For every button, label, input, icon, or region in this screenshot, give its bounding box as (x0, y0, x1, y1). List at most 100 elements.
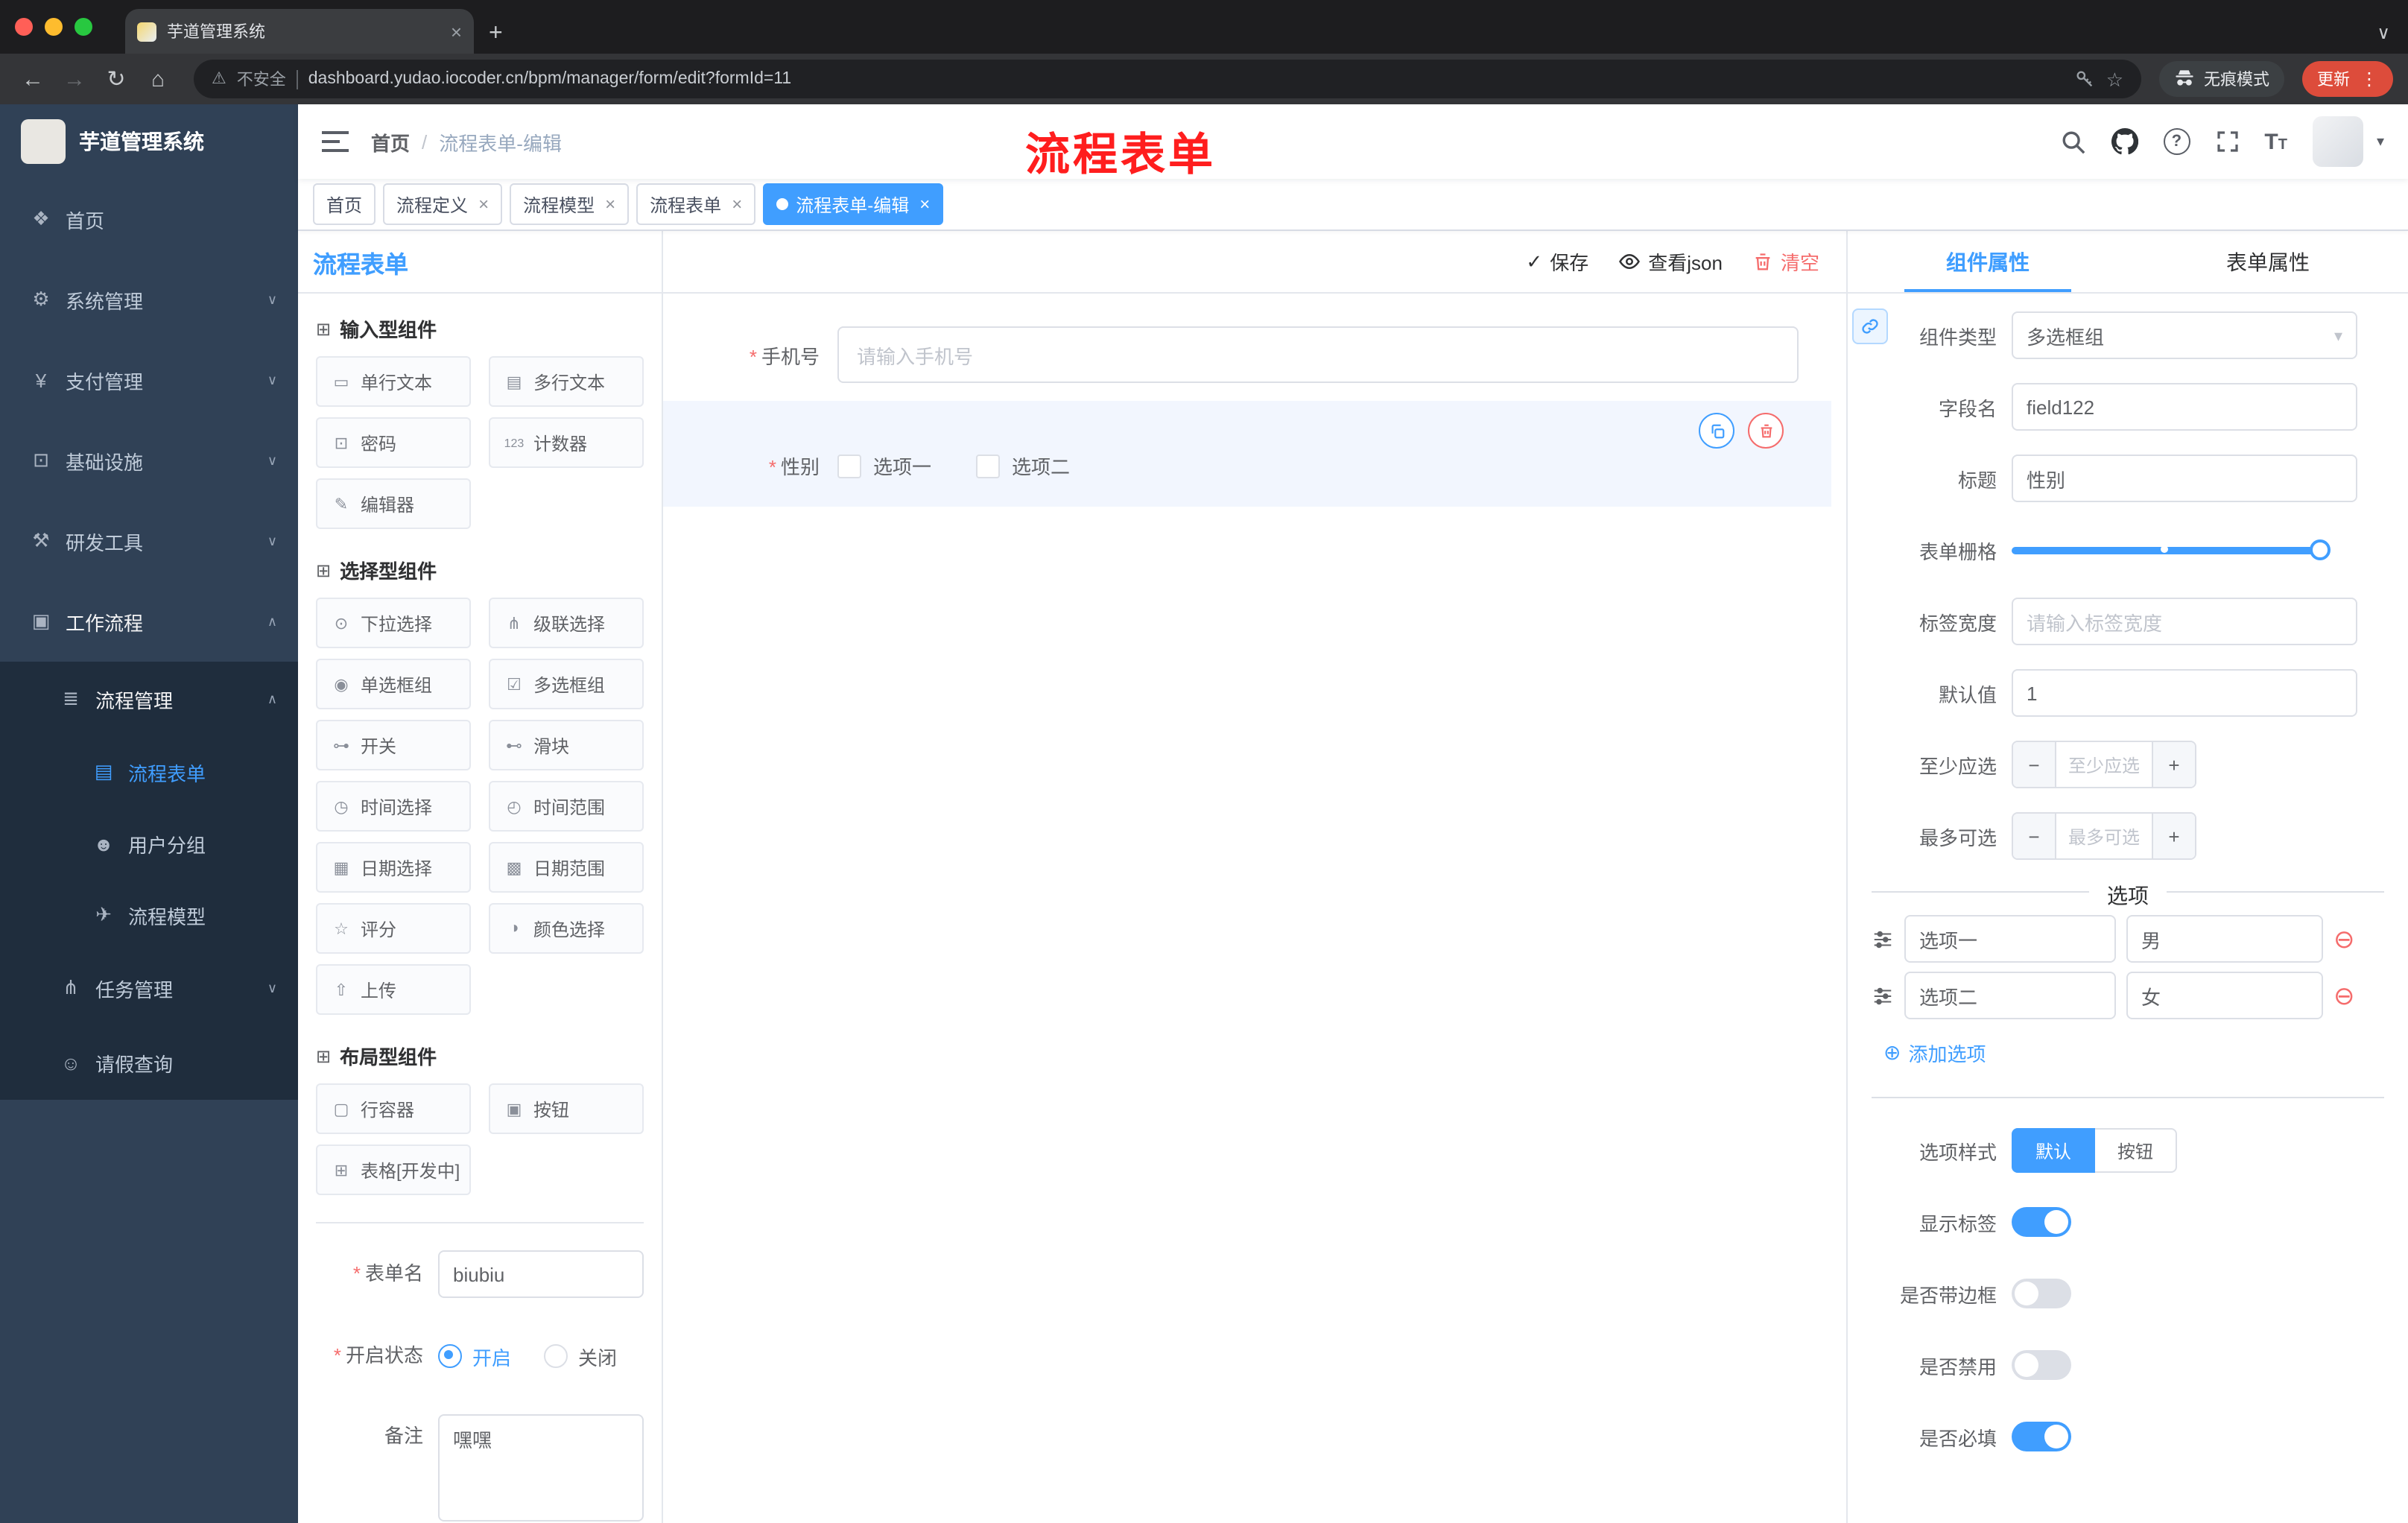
palette-item-button[interactable]: ▣ 按钮 (489, 1083, 644, 1134)
sidebar-item-system[interactable]: ⚙ 系统管理 ∨ (0, 259, 298, 340)
tab-search-icon[interactable]: ∨ (2377, 24, 2390, 42)
palette-item-checkbox-group[interactable]: ☑ 多选框组 (489, 659, 644, 709)
decrease-button[interactable]: − (2013, 742, 2056, 787)
new-tab-button[interactable]: + (489, 22, 503, 46)
option-drag-icon[interactable] (1872, 928, 1894, 950)
palette-item-color-picker[interactable]: ◑ 颜色选择 (489, 903, 644, 954)
palette-item-row-container[interactable]: ▢ 行容器 (316, 1083, 471, 1134)
palette-item-password[interactable]: ⊡ 密码 (316, 417, 471, 468)
slider-track[interactable] (2012, 546, 2328, 554)
component-type-select[interactable]: 多选框组 ▾ (2012, 311, 2357, 359)
border-toggle[interactable] (2012, 1279, 2071, 1308)
tag-close-icon[interactable]: × (919, 194, 930, 215)
max-select-input[interactable]: 最多可选 (2056, 814, 2152, 858)
sidebar-item-workflow[interactable]: ▣ 工作流程 ∧ (0, 581, 298, 662)
increase-button[interactable]: + (2152, 814, 2195, 858)
title-input[interactable]: 性别 (2012, 455, 2357, 502)
fullscreen-icon[interactable] (2215, 130, 2239, 153)
min-select-stepper[interactable]: − 至少应选 + (2012, 741, 2196, 788)
label-width-input[interactable]: 请输入标签宽度 (2012, 598, 2357, 645)
palette-item-upload[interactable]: ⇧ 上传 (316, 964, 471, 1015)
style-button-button[interactable]: 按钮 (2095, 1128, 2178, 1173)
default-value-input[interactable]: 1 (2012, 669, 2357, 717)
palette-item-time-range[interactable]: ◴ 时间范围 (489, 781, 644, 832)
status-closed-radio[interactable]: 关闭 (544, 1342, 617, 1370)
url-text[interactable]: dashboard.yudao.iocoder.cn/bpm/manager/f… (308, 70, 791, 88)
window-close-button[interactable] (15, 18, 33, 36)
view-json-button[interactable]: 查看json (1618, 247, 1723, 276)
avatar-caret-icon[interactable]: ▾ (2377, 133, 2384, 150)
forward-icon[interactable]: → (57, 68, 92, 90)
tag-process-model[interactable]: 流程模型 × (510, 183, 630, 225)
disabled-toggle[interactable] (2012, 1350, 2071, 1380)
bookmark-star-icon[interactable]: ☆ (2106, 69, 2123, 89)
option-value-input[interactable]: 女 (2126, 972, 2323, 1019)
required-toggle[interactable] (2012, 1422, 2071, 1451)
hamburger-icon[interactable] (322, 131, 349, 152)
form-grid-slider[interactable] (2012, 528, 2331, 572)
copy-component-button[interactable] (1699, 413, 1734, 449)
clear-button[interactable]: 清空 (1752, 247, 1819, 276)
style-default-button[interactable]: 默认 (2012, 1128, 2096, 1173)
user-avatar[interactable] (2312, 116, 2363, 167)
tag-close-icon[interactable]: × (732, 194, 742, 215)
option-drag-icon[interactable] (1872, 984, 1894, 1007)
palette-item-time-picker[interactable]: ◷ 时间选择 (316, 781, 471, 832)
github-icon[interactable] (2111, 128, 2138, 155)
tag-process-form-edit[interactable]: 流程表单-编辑 × (763, 183, 944, 225)
drawing-board[interactable]: * 手机号 请输入手机号 * 性别 选项一 选项二 (663, 294, 1846, 1523)
sidebar-item-user-groups[interactable]: ☻ 用户分组 (0, 808, 298, 879)
option-value-input[interactable]: 男 (2126, 915, 2323, 963)
palette-item-date-range[interactable]: ▩ 日期范围 (489, 842, 644, 893)
link-icon[interactable] (1852, 308, 1888, 344)
sidebar-item-task-management[interactable]: ⋔ 任务管理 ∨ (0, 951, 298, 1025)
save-button[interactable]: ✓ 保存 (1526, 247, 1588, 276)
palette-item-rate[interactable]: ☆ 评分 (316, 903, 471, 954)
sidebar-item-process-model[interactable]: ✈ 流程模型 (0, 879, 298, 951)
sidebar-logo[interactable]: 芋道管理系统 (0, 104, 298, 179)
update-button[interactable]: 更新 ⋮ (2302, 61, 2393, 97)
remove-option-icon[interactable]: ⊖ (2333, 983, 2355, 1008)
window-zoom-button[interactable] (75, 18, 92, 36)
status-open-radio[interactable]: 开启 (438, 1342, 511, 1370)
palette-item-date-picker[interactable]: ▦ 日期选择 (316, 842, 471, 893)
checkbox-box[interactable] (976, 454, 1001, 478)
show-label-toggle[interactable] (2012, 1207, 2071, 1237)
min-select-input[interactable]: 至少应选 (2056, 742, 2152, 787)
help-icon[interactable]: ? (2163, 128, 2190, 155)
delete-component-button[interactable] (1748, 413, 1784, 449)
gender-option2-checkbox[interactable]: 选项二 (976, 452, 1070, 480)
tag-home[interactable]: 首页 (313, 183, 376, 225)
option-label-input[interactable]: 选项一 (1904, 915, 2116, 963)
phone-field-row[interactable]: * 手机号 请输入手机号 (663, 326, 1846, 383)
palette-item-multi-line-text[interactable]: ▤ 多行文本 (489, 356, 644, 407)
reload-icon[interactable]: ↻ (98, 68, 134, 90)
tab-close-icon[interactable]: × (451, 22, 462, 41)
tag-process-definition[interactable]: 流程定义 × (383, 183, 503, 225)
sidebar-item-leave-query[interactable]: ☺ 请假查询 (0, 1025, 298, 1100)
breadcrumb-home[interactable]: 首页 (371, 127, 410, 156)
palette-item-dropdown[interactable]: ⊙ 下拉选择 (316, 598, 471, 648)
phone-input[interactable]: 请输入手机号 (837, 326, 1799, 383)
form-name-input[interactable]: biubiu (438, 1250, 644, 1298)
remove-option-icon[interactable]: ⊖ (2333, 926, 2355, 952)
security-label[interactable]: 不安全 (237, 67, 286, 91)
tag-close-icon[interactable]: × (605, 194, 615, 215)
checkbox-box[interactable] (837, 454, 861, 478)
sidebar-item-infra[interactable]: ⊡ 基础设施 ∨ (0, 420, 298, 501)
browser-tab[interactable]: 芋道管理系统 × (125, 9, 474, 54)
slider-handle[interactable] (2310, 539, 2331, 560)
add-option-button[interactable]: ⊕ 添加选项 (1883, 1039, 1986, 1067)
field-name-input[interactable]: field122 (2012, 383, 2357, 431)
tag-close-icon[interactable]: × (478, 194, 489, 215)
decrease-button[interactable]: − (2013, 814, 2056, 858)
browser-menu-icon[interactable]: ⋮ (2360, 69, 2378, 89)
window-minimize-button[interactable] (45, 18, 63, 36)
max-select-stepper[interactable]: − 最多可选 + (2012, 812, 2196, 860)
home-icon[interactable]: ⌂ (140, 68, 176, 90)
tab-component-props[interactable]: 组件属性 (1848, 231, 2128, 292)
option-label-input[interactable]: 选项二 (1904, 972, 2116, 1019)
palette-item-slider[interactable]: ⊷ 滑块 (489, 720, 644, 770)
address-bar[interactable]: ⚠ 不安全 dashboard.yudao.iocoder.cn/bpm/man… (194, 60, 2141, 98)
password-key-icon[interactable] (2075, 69, 2096, 89)
